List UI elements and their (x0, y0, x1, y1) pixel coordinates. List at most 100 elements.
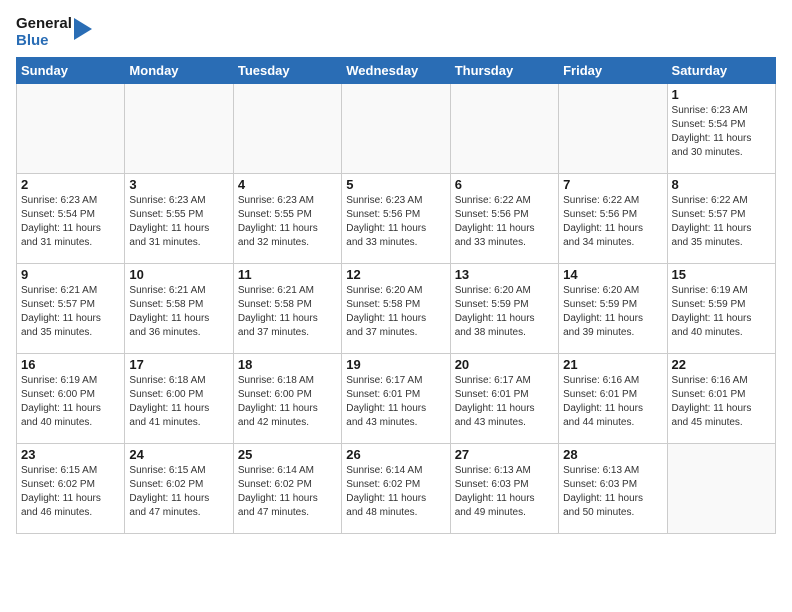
day-number: 19 (346, 357, 445, 372)
calendar-cell: 25Sunrise: 6:14 AM Sunset: 6:02 PM Dayli… (233, 444, 341, 534)
weekday-header-thursday: Thursday (450, 58, 558, 84)
day-info: Sunrise: 6:17 AM Sunset: 6:01 PM Dayligh… (455, 374, 554, 430)
day-number: 25 (238, 447, 337, 462)
day-info: Sunrise: 6:15 AM Sunset: 6:02 PM Dayligh… (129, 464, 228, 520)
day-info: Sunrise: 6:19 AM Sunset: 5:59 PM Dayligh… (672, 284, 771, 340)
day-info: Sunrise: 6:20 AM Sunset: 5:59 PM Dayligh… (563, 284, 662, 340)
day-number: 21 (563, 357, 662, 372)
calendar-cell: 27 Sunrise: 6:13 AM Sunset: 6:03 PM Dayli… (450, 444, 558, 534)
logo-arrow-icon (74, 18, 92, 40)
week-row-2: 2 Sunrise: 6:23 AM Sunset: 5:54 PM Daylig… (17, 174, 776, 264)
day-number: 9 (21, 267, 120, 282)
logo-blue: Blue (16, 32, 49, 49)
calendar-cell (667, 444, 775, 534)
calendar-table: SundayMondayTuesdayWednesdayThursdayFrid… (16, 57, 776, 534)
calendar-cell: 14Sunrise: 6:20 AM Sunset: 5:59 PM Dayli… (559, 264, 667, 354)
day-info: Sunrise: 6:14 AM Sunset: 6:02 PM Dayligh… (346, 464, 445, 520)
day-number: 10 (129, 267, 228, 282)
weekday-header-wednesday: Wednesday (342, 58, 450, 84)
day-number: 13 (455, 267, 554, 282)
day-number: 22 (672, 357, 771, 372)
day-info: Sunrise: 6:22 AM Sunset: 5:56 PM Dayligh… (563, 194, 662, 250)
calendar-cell: 23 Sunrise: 6:15 AM Sunset: 6:02 PM Dayli… (17, 444, 125, 534)
day-info: Sunrise: 6:16 AM Sunset: 6:01 PM Dayligh… (672, 374, 771, 430)
day-info: Sunrise: 6:18 AM Sunset: 6:00 PM Dayligh… (129, 374, 228, 430)
calendar-cell: 19 Sunrise: 6:17 AM Sunset: 6:01 PM Dayli… (342, 354, 450, 444)
day-number: 27 (455, 447, 554, 462)
day-number: 20 (455, 357, 554, 372)
day-info: Sunrise: 6:22 AM Sunset: 5:57 PM Dayligh… (672, 194, 771, 250)
day-info: Sunrise: 6:19 AM Sunset: 6:00 PM Dayligh… (21, 374, 120, 430)
day-info: Sunrise: 6:15 AM Sunset: 6:02 PM Dayligh… (21, 464, 120, 520)
week-row-3: 9 Sunrise: 6:21 AM Sunset: 5:57 PM Daylig… (17, 264, 776, 354)
calendar-cell: 15 Sunrise: 6:19 AM Sunset: 5:59 PM Dayli… (667, 264, 775, 354)
day-info: Sunrise: 6:18 AM Sunset: 6:00 PM Dayligh… (238, 374, 337, 430)
day-number: 24 (129, 447, 228, 462)
day-info: Sunrise: 6:21 AM Sunset: 5:58 PM Dayligh… (238, 284, 337, 340)
calendar-cell: 4 Sunrise: 6:23 AM Sunset: 5:55 PM Daylig… (233, 174, 341, 264)
day-number: 28 (563, 447, 662, 462)
day-info: Sunrise: 6:23 AM Sunset: 5:54 PM Dayligh… (672, 104, 771, 160)
header: General Blue (16, 16, 776, 49)
day-info: Sunrise: 6:21 AM Sunset: 5:57 PM Dayligh… (21, 284, 120, 340)
day-number: 3 (129, 177, 228, 192)
calendar-cell: 21 Sunrise: 6:16 AM Sunset: 6:01 PM Dayli… (559, 354, 667, 444)
logo-text: General Blue (16, 16, 92, 49)
calendar-cell (17, 84, 125, 174)
day-info: Sunrise: 6:20 AM Sunset: 5:58 PM Dayligh… (346, 284, 445, 340)
day-number: 1 (672, 87, 771, 102)
day-number: 6 (455, 177, 554, 192)
weekday-header-sunday: Sunday (17, 58, 125, 84)
day-number: 16 (21, 357, 120, 372)
day-number: 15 (672, 267, 771, 282)
day-info: Sunrise: 6:21 AM Sunset: 5:58 PM Dayligh… (129, 284, 228, 340)
weekday-header-saturday: Saturday (667, 58, 775, 84)
day-number: 4 (238, 177, 337, 192)
day-info: Sunrise: 6:23 AM Sunset: 5:54 PM Dayligh… (21, 194, 120, 250)
day-number: 2 (21, 177, 120, 192)
day-info: Sunrise: 6:16 AM Sunset: 6:01 PM Dayligh… (563, 374, 662, 430)
calendar-cell: 16 Sunrise: 6:19 AM Sunset: 6:00 PM Dayli… (17, 354, 125, 444)
week-row-5: 23 Sunrise: 6:15 AM Sunset: 6:02 PM Dayli… (17, 444, 776, 534)
calendar-cell: 11 Sunrise: 6:21 AM Sunset: 5:58 PM Dayli… (233, 264, 341, 354)
calendar-cell: 17 Sunrise: 6:18 AM Sunset: 6:00 PM Dayli… (125, 354, 233, 444)
calendar-cell: 6 Sunrise: 6:22 AM Sunset: 5:56 PM Daylig… (450, 174, 558, 264)
calendar-cell: 7 Sunrise: 6:22 AM Sunset: 5:56 PM Daylig… (559, 174, 667, 264)
calendar-cell: 10 Sunrise: 6:21 AM Sunset: 5:58 PM Dayli… (125, 264, 233, 354)
calendar-cell (559, 84, 667, 174)
calendar-cell: 20 Sunrise: 6:17 AM Sunset: 6:01 PM Dayli… (450, 354, 558, 444)
day-info: Sunrise: 6:22 AM Sunset: 5:56 PM Dayligh… (455, 194, 554, 250)
calendar-cell (450, 84, 558, 174)
day-number: 11 (238, 267, 337, 282)
calendar-cell (342, 84, 450, 174)
week-row-4: 16 Sunrise: 6:19 AM Sunset: 6:00 PM Dayli… (17, 354, 776, 444)
day-number: 18 (238, 357, 337, 372)
weekday-header-monday: Monday (125, 58, 233, 84)
day-info: Sunrise: 6:20 AM Sunset: 5:59 PM Dayligh… (455, 284, 554, 340)
calendar-cell: 12 Sunrise: 6:20 AM Sunset: 5:58 PM Dayli… (342, 264, 450, 354)
calendar-cell: 2 Sunrise: 6:23 AM Sunset: 5:54 PM Daylig… (17, 174, 125, 264)
day-info: Sunrise: 6:17 AM Sunset: 6:01 PM Dayligh… (346, 374, 445, 430)
calendar-cell: 9 Sunrise: 6:21 AM Sunset: 5:57 PM Daylig… (17, 264, 125, 354)
calendar-cell: 1 Sunrise: 6:23 AM Sunset: 5:54 PM Daylig… (667, 84, 775, 174)
day-info: Sunrise: 6:23 AM Sunset: 5:55 PM Dayligh… (129, 194, 228, 250)
day-info: Sunrise: 6:23 AM Sunset: 5:55 PM Dayligh… (238, 194, 337, 250)
week-row-1: 1 Sunrise: 6:23 AM Sunset: 5:54 PM Daylig… (17, 84, 776, 174)
day-number: 12 (346, 267, 445, 282)
calendar-cell: 5Sunrise: 6:23 AM Sunset: 5:56 PM Daylig… (342, 174, 450, 264)
day-number: 17 (129, 357, 228, 372)
calendar-cell: 22 Sunrise: 6:16 AM Sunset: 6:01 PM Dayli… (667, 354, 775, 444)
day-number: 7 (563, 177, 662, 192)
day-info: Sunrise: 6:13 AM Sunset: 6:03 PM Dayligh… (455, 464, 554, 520)
logo: General Blue (16, 16, 92, 49)
day-info: Sunrise: 6:13 AM Sunset: 6:03 PM Dayligh… (563, 464, 662, 520)
weekday-header-tuesday: Tuesday (233, 58, 341, 84)
day-number: 26 (346, 447, 445, 462)
calendar-cell: 28 Sunrise: 6:13 AM Sunset: 6:03 PM Dayli… (559, 444, 667, 534)
day-number: 8 (672, 177, 771, 192)
calendar-cell: 26 Sunrise: 6:14 AM Sunset: 6:02 PM Dayli… (342, 444, 450, 534)
day-info: Sunrise: 6:23 AM Sunset: 5:56 PM Dayligh… (346, 194, 445, 250)
logo-general: General (16, 15, 72, 32)
day-number: 23 (21, 447, 120, 462)
weekday-header-friday: Friday (559, 58, 667, 84)
